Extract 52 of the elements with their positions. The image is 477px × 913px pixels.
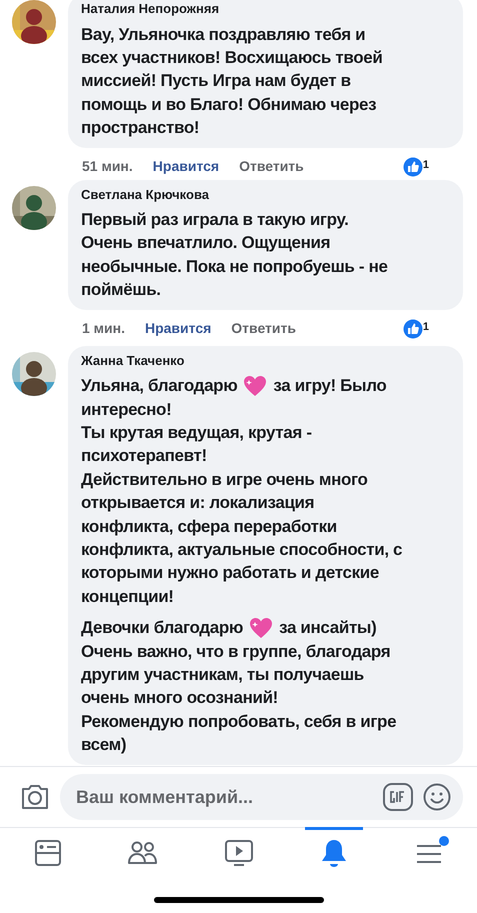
comment-line: психотерапевт! xyxy=(81,445,208,468)
comment-line: интересно! xyxy=(81,398,172,421)
like-link[interactable]: Нравится xyxy=(144,318,212,340)
comment-field[interactable]: Ваш комментарий... xyxy=(60,774,463,820)
comment-text: Ульяна, благодарю xyxy=(81,375,238,398)
author-name[interactable]: Наталия Непорожняя xyxy=(81,0,450,18)
comment-line: всех участников! Восхищаюсь твоей xyxy=(81,46,384,69)
comment-text: за инсайты) xyxy=(279,617,376,640)
comment-line: концепции! xyxy=(81,586,175,608)
like-link[interactable]: Нравится xyxy=(152,156,220,178)
emoji-icon[interactable] xyxy=(423,783,451,811)
comment-line: Первый раз играла в такую игру. xyxy=(81,209,350,232)
comment-line: Очень впечатлило. Ощущения xyxy=(81,232,332,254)
comment-line: другим участникам, ты получаешь xyxy=(81,664,365,686)
comment-line: Очень важно, что в группе, благодаря xyxy=(81,640,392,663)
like-reaction-icon xyxy=(402,318,423,339)
comment-line: которыми нужно работать и детские xyxy=(81,562,380,584)
people-icon[interactable] xyxy=(128,838,158,866)
reply-link[interactable]: Ответить xyxy=(231,318,296,340)
feed-icon[interactable] xyxy=(34,838,62,866)
comment-line: поймёшь. xyxy=(81,279,162,302)
comment-line: Рекомендую попробовать, себя в игре xyxy=(81,710,398,733)
comment-line: всем) xyxy=(81,734,128,756)
like-reaction-icon xyxy=(402,156,423,177)
comment-line: необычные. Пока не попробуешь - не xyxy=(81,256,389,278)
comment-line: Действительно в игре очень много xyxy=(81,468,369,491)
comment-line: конфликта, актуальные способности, с xyxy=(81,539,404,561)
video-icon[interactable] xyxy=(224,838,254,866)
author-name[interactable]: Светлана Крючкова xyxy=(81,184,450,204)
comment-line: Ты крутая ведущая, крутая - xyxy=(81,422,313,444)
comment-line: Вау, Ульяночка поздравляю тебя и xyxy=(81,24,366,46)
timestamp: 1 мин. xyxy=(82,319,125,338)
comment-line: помощь и во Благо! Обнимаю через xyxy=(81,94,378,116)
comment-line: пространство! xyxy=(81,117,200,140)
comment-line: открывается и: локализация xyxy=(81,492,316,514)
camera-icon[interactable] xyxy=(20,784,50,810)
comment-line: очень много осознаний! xyxy=(81,687,279,710)
comment-text: Девочки благодарю xyxy=(81,617,244,640)
timestamp: 51 мин. xyxy=(82,157,133,176)
reaction-count: 1 xyxy=(422,320,429,335)
heart-icon xyxy=(249,616,274,639)
reply-link[interactable]: Ответить xyxy=(239,156,304,178)
heart-icon xyxy=(243,374,268,397)
reaction-count: 1 xyxy=(422,158,429,173)
comment-text: за игру! Было xyxy=(273,375,386,398)
notification-dot xyxy=(439,836,450,846)
author-name[interactable]: Жанна Ткаченко xyxy=(81,350,450,370)
comment-input[interactable]: Ваш комментарий... xyxy=(74,782,373,812)
comment-line: конфликта, сфера переработки xyxy=(81,516,338,538)
bell-icon[interactable] xyxy=(320,838,348,868)
comment-line: миссией! Пусть Игра нам будет в xyxy=(81,70,352,92)
gif-icon[interactable] xyxy=(383,783,413,811)
